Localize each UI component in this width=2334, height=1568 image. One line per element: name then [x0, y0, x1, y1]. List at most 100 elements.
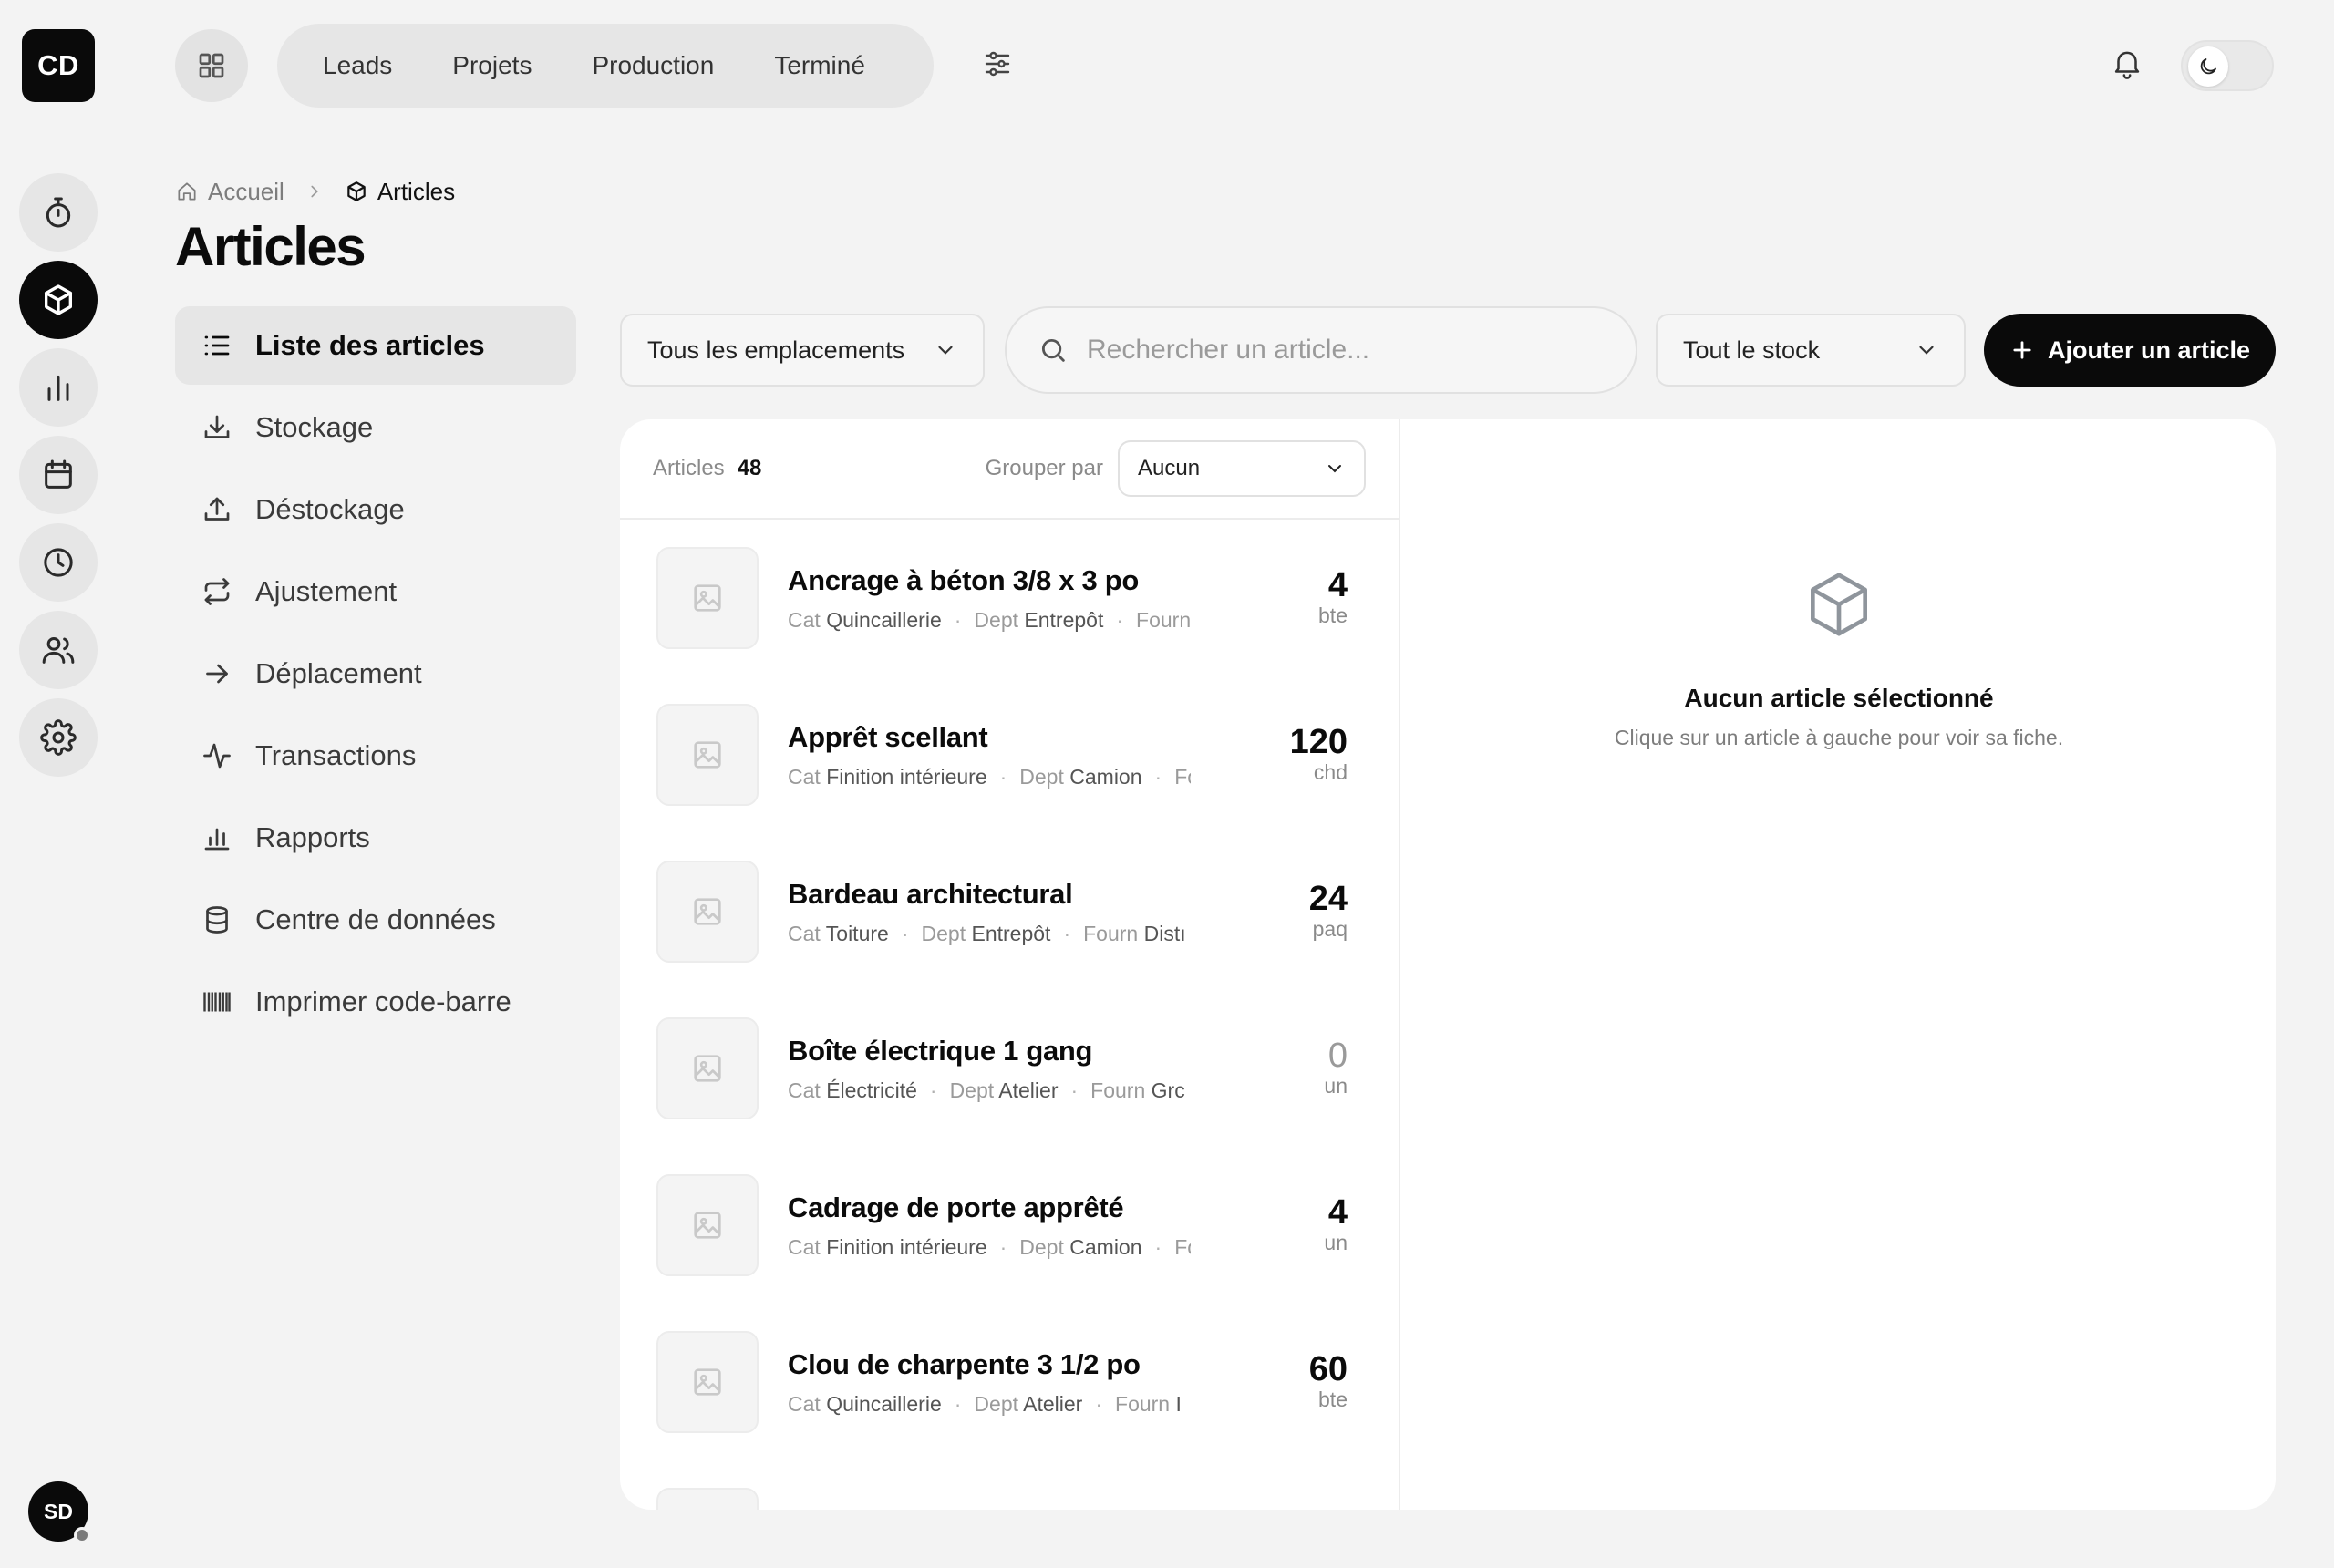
subnav-item-centre-donnees[interactable]: Centre de données — [175, 881, 576, 959]
repeat-icon — [201, 575, 233, 608]
article-category: Électricité — [826, 1078, 917, 1102]
gear-icon — [40, 719, 77, 756]
article-name: Ancrage à béton 3/8 x 3 po — [788, 563, 1139, 596]
subnav-item-liste[interactable]: Liste des articles — [175, 306, 576, 385]
quantity-unit: un — [1324, 1074, 1348, 1099]
subnav-item-stockage[interactable]: Stockage — [175, 388, 576, 467]
subnav-item-label: Ajustement — [255, 575, 398, 607]
chevron-down-icon — [1324, 458, 1346, 480]
rail-item-articles[interactable] — [19, 261, 98, 339]
subnav-item-ajustement[interactable]: Ajustement — [175, 552, 576, 631]
quantity-value: 24 — [1308, 879, 1348, 918]
meta-separator: · — [1095, 1391, 1103, 1416]
article-thumbnail — [656, 704, 759, 806]
meta-key-cat: Cat — [788, 764, 821, 789]
articles-list-pane: Articles 48 Grouper par Aucun Ancrage à … — [620, 419, 1400, 1510]
rail-item-calendar[interactable] — [19, 436, 98, 514]
empty-state-subtitle: Clique sur un article à gauche pour voir… — [1614, 726, 2064, 749]
article-meta: Cat Finition intérieure · Dept Camion · Four… — [788, 1235, 1191, 1260]
article-row[interactable]: Boîte électrique 1 gang Cat Électricité · D… — [620, 990, 1399, 1147]
meta-separator: · — [999, 1234, 1007, 1259]
theme-toggle[interactable] — [2181, 40, 2274, 91]
articles-card: Articles 48 Grouper par Aucun Ancrage à … — [620, 419, 2276, 1510]
meta-key-fourn: Fourn — [1136, 607, 1191, 632]
stock-select[interactable]: Tout le stock — [1656, 314, 1966, 387]
article-row[interactable] — [620, 1460, 1399, 1510]
tab-production[interactable]: Production — [566, 51, 749, 80]
tab-termine[interactable]: Terminé — [749, 51, 900, 80]
rail-item-history[interactable] — [19, 523, 98, 602]
breadcrumb: Accueil Articles — [175, 175, 455, 208]
subnav-item-transactions[interactable]: Transactions — [175, 717, 576, 795]
article-row[interactable]: Cadrage de porte apprêté Cat Finition int… — [620, 1147, 1399, 1304]
article-meta: Cat Toiture · Dept Entrepôt · Fourn Distı — [788, 922, 1191, 946]
rail-item-stats[interactable] — [19, 348, 98, 427]
tab-projets[interactable]: Projets — [427, 51, 566, 80]
tab-leads[interactable]: Leads — [297, 51, 427, 80]
rail-item-settings[interactable] — [19, 698, 98, 777]
location-select[interactable]: Tous les emplacements — [620, 314, 985, 387]
breadcrumb-home[interactable]: Accueil — [175, 178, 284, 206]
meta-key-dept: Dept — [974, 1391, 1019, 1416]
article-row[interactable]: Apprêt scellant Cat Finition intérieure · D… — [620, 676, 1399, 833]
quantity-value: 0 — [1327, 1036, 1348, 1075]
article-department: Entrepôt — [1024, 607, 1104, 632]
article-quantity: 0 un — [1324, 1036, 1348, 1099]
notifications-button[interactable] — [2106, 42, 2148, 84]
article-name: Bardeau architectural — [788, 877, 1073, 910]
image-placeholder-icon — [689, 893, 726, 930]
image-placeholder-icon — [689, 1050, 726, 1087]
meta-separator: · — [954, 607, 962, 632]
search-input[interactable] — [1087, 335, 1605, 366]
subnav-item-deplacement[interactable]: Déplacement — [175, 634, 576, 713]
page-title: Articles — [175, 216, 367, 277]
meta-key-cat: Cat — [788, 921, 821, 945]
company-logo[interactable]: CD — [22, 29, 95, 102]
user-avatar[interactable]: SD — [28, 1481, 90, 1543]
quantity-value: 4 — [1327, 1192, 1348, 1232]
rail-item-timer[interactable] — [19, 173, 98, 252]
subnav-item-label: Rapports — [255, 821, 370, 853]
search-box — [1005, 306, 1637, 394]
articles-subnav: Liste des articles Stockage Déstockage A… — [175, 306, 576, 1045]
meta-separator: · — [1154, 764, 1162, 789]
article-row[interactable]: Clou de charpente 3 1/2 po Cat Quincaille… — [620, 1304, 1399, 1460]
article-info: Bardeau architectural Cat Toiture · Dept En… — [788, 878, 1191, 946]
quantity-unit: bte — [1318, 1387, 1348, 1412]
bell-icon — [2110, 46, 2144, 80]
database-icon — [201, 903, 233, 936]
top-tabs: Leads Projets Production Terminé — [277, 24, 934, 108]
meta-key-dept: Dept — [921, 921, 966, 945]
meta-key-fourn: Fourn — [1090, 1078, 1146, 1102]
chevron-right-icon — [305, 181, 325, 201]
meta-key-dept: Dept — [974, 607, 1019, 632]
quantity-unit: bte — [1318, 603, 1348, 628]
status-dot — [74, 1527, 90, 1543]
breadcrumb-current: Articles — [345, 178, 455, 206]
group-by-select[interactable]: Aucun — [1118, 440, 1366, 497]
articles-count: 48 — [737, 456, 762, 480]
subnav-item-destockage[interactable]: Déstockage — [175, 470, 576, 549]
add-article-button[interactable]: Ajouter un article — [1984, 314, 2276, 387]
article-meta: Cat Quincaillerie · Dept Entrepôt · Fourn — [788, 608, 1191, 633]
filters-button[interactable] — [977, 44, 1017, 84]
quantity-value: 120 — [1289, 722, 1348, 761]
quantity-unit: chd — [1313, 760, 1348, 785]
quantity-unit: paq — [1312, 917, 1348, 942]
chevron-down-icon — [1915, 338, 1938, 362]
apps-button[interactable] — [175, 29, 248, 102]
breadcrumb-home-label: Accueil — [208, 177, 284, 205]
subnav-item-code-barre[interactable]: Imprimer code-barre — [175, 963, 576, 1041]
article-thumbnail — [656, 1488, 759, 1510]
article-row[interactable]: Bardeau architectural Cat Toiture · Dept En… — [620, 833, 1399, 990]
article-category: Quincaillerie — [826, 1391, 942, 1416]
group-by-label: Grouper par — [985, 456, 1103, 480]
article-supplier: Grc — [1151, 1078, 1185, 1102]
list-icon — [201, 329, 233, 362]
subnav-item-rapports[interactable]: Rapports — [175, 799, 576, 877]
article-row[interactable]: Ancrage à béton 3/8 x 3 po Cat Quincaille… — [620, 520, 1399, 676]
article-department: Atelier — [1023, 1391, 1083, 1416]
article-department: Camion — [1069, 1234, 1142, 1259]
rail-item-team[interactable] — [19, 611, 98, 689]
meta-separator: · — [1116, 607, 1124, 632]
